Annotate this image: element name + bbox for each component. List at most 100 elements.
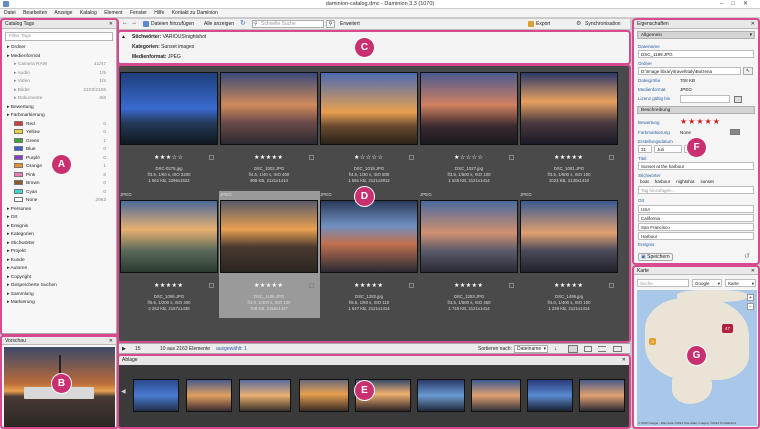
checkbox-icon[interactable] xyxy=(209,283,214,288)
rating-stars[interactable]: ★★★★★ xyxy=(454,282,483,289)
color-value[interactable]: None xyxy=(680,130,691,135)
search-go-icon[interactable]: ⚲ xyxy=(326,20,335,28)
play-icon[interactable]: ▶ xyxy=(122,344,126,354)
sort-dropdown[interactable]: Dateiname ▾ xyxy=(514,345,548,353)
created-day[interactable]: 31 xyxy=(638,145,652,153)
preview-close-icon[interactable]: ✕ xyxy=(109,337,113,345)
rating-stars[interactable]: ★★★★★ xyxy=(680,117,721,126)
created-month[interactable]: Juli xyxy=(654,145,682,153)
map-provider-dropdown[interactable]: Google ▾ xyxy=(692,279,722,287)
keyword-tag[interactable]: sunset xyxy=(701,179,714,184)
color-label-item[interactable]: Cyan 0 xyxy=(2,188,116,198)
thumbnail[interactable] xyxy=(220,200,318,273)
checkbox-icon[interactable] xyxy=(509,283,514,288)
thumbnail[interactable] xyxy=(120,72,218,145)
tag-group[interactable]: ▸ Stichwörter xyxy=(2,240,116,249)
forward-icon[interactable]: → xyxy=(131,20,137,26)
place-location[interactable]: Harbour xyxy=(638,232,754,240)
tag-item[interactable]: ▸ Camera RAW 41/47 xyxy=(2,61,116,70)
place-country[interactable]: USA xyxy=(638,205,754,213)
collapse-icon[interactable]: ▲ xyxy=(121,34,126,40)
zoom-out-icon[interactable]: − xyxy=(747,303,754,310)
folder-field[interactable]: D:\Image library\travel\Italy\Bolzena xyxy=(638,67,741,75)
view-thumbnails-icon[interactable] xyxy=(568,345,578,353)
tray-close-icon[interactable]: ✕ xyxy=(622,356,626,365)
sort-direction-icon[interactable]: ↓ xyxy=(554,344,557,354)
add-files-icon[interactable] xyxy=(143,21,149,27)
filter-row[interactable]: Medienformat: JPEG xyxy=(132,54,181,60)
rating-stars[interactable]: ★☆☆☆☆ xyxy=(354,154,383,161)
tag-group[interactable]: ▸ Ordner xyxy=(2,44,116,53)
tag-item[interactable]: ▸ Bilder 2103/2106 xyxy=(2,87,116,96)
revert-icon[interactable]: ↺ xyxy=(744,252,750,260)
show-all-button[interactable]: Alle anzeigen xyxy=(204,21,234,27)
map-close-icon[interactable]: ✕ xyxy=(751,267,755,275)
close-icon[interactable]: ✕ xyxy=(743,1,756,7)
map-search-input[interactable]: Suche xyxy=(637,279,689,287)
tag-group[interactable]: ▸ Personen xyxy=(2,206,116,215)
tag-group[interactable]: ▸ Medienformat xyxy=(2,53,116,62)
rating-stars[interactable]: ★★★★★ xyxy=(554,282,583,289)
thumbnail[interactable] xyxy=(420,200,518,273)
tray-thumbnail[interactable] xyxy=(417,379,465,412)
rating-stars[interactable]: ★★★★★ xyxy=(554,154,583,161)
view-filmstrip-icon[interactable] xyxy=(613,346,622,352)
sync-button[interactable]: Synchronisation xyxy=(585,21,621,27)
rating-stars[interactable]: ★★★★★ xyxy=(254,282,283,289)
filter-row[interactable]: Stichwörter: VARIOUS\nightshot xyxy=(132,34,206,40)
properties-dropdown[interactable]: Allgemein ▾ xyxy=(637,31,755,39)
add-tag-input[interactable]: Tag hinzufügen... xyxy=(638,186,754,194)
thumbnail[interactable] xyxy=(120,200,218,273)
thumbnail[interactable] xyxy=(220,72,318,145)
menu-datei[interactable]: Datei xyxy=(4,10,16,16)
add-files-button[interactable]: Dateien hinzufügen xyxy=(151,21,194,27)
menu-katalog[interactable]: Katalog xyxy=(80,10,97,16)
checkbox-icon[interactable] xyxy=(309,155,314,160)
color-label-item[interactable]: Blue 0 xyxy=(2,146,116,155)
calendar-icon[interactable] xyxy=(734,96,742,103)
keyword-tag[interactable]: harbour xyxy=(655,179,671,184)
tag-group[interactable]: ▸ Bewertung xyxy=(2,104,116,113)
menu-element[interactable]: Element xyxy=(104,10,122,16)
tag-group[interactable]: ▸ Projekt xyxy=(2,248,116,257)
menu-hilfe[interactable]: Hilfe xyxy=(154,10,164,16)
folder-open-icon[interactable]: ↖ xyxy=(743,67,753,75)
maximize-icon[interactable]: □ xyxy=(731,1,743,7)
map-pin[interactable]: 3 xyxy=(649,338,656,345)
thumbnail[interactable] xyxy=(520,72,618,145)
place-city[interactable]: San Francisco xyxy=(638,223,754,231)
view-grid-icon[interactable] xyxy=(584,346,592,352)
tag-group[interactable]: ▸ Copyright xyxy=(2,274,116,283)
properties-close-icon[interactable]: ✕ xyxy=(751,20,755,29)
checkbox-icon[interactable] xyxy=(309,283,314,288)
refresh-icon[interactable]: ↻ xyxy=(240,19,246,27)
minimize-icon[interactable]: – xyxy=(720,1,731,7)
checkbox-icon[interactable] xyxy=(509,155,514,160)
quick-search-input[interactable]: ⚲ Schnelle Suche xyxy=(252,20,324,28)
checkbox-icon[interactable] xyxy=(409,155,414,160)
tag-filter-input[interactable]: Filter Tags xyxy=(5,32,113,41)
color-label-item[interactable]: Green 1 xyxy=(2,137,116,147)
tag-group[interactable]: ▸ Gespeicherte Suchen xyxy=(2,282,116,291)
tray-scroll-left-icon[interactable]: ◀ xyxy=(121,388,126,395)
color-label-item[interactable]: None 2063 xyxy=(2,197,116,206)
tray-thumbnail[interactable] xyxy=(527,379,573,412)
filter-row[interactable]: Kategorien: Sunset images xyxy=(132,44,194,50)
tray-thumbnail[interactable] xyxy=(579,379,625,412)
view-list-icon[interactable] xyxy=(598,346,606,352)
color-label-item[interactable]: Red 0 xyxy=(2,120,116,130)
window-controls[interactable]: –□✕ xyxy=(720,0,756,7)
zoom-in-icon[interactable]: + xyxy=(747,294,754,301)
sync-icon[interactable]: ⚙ xyxy=(576,20,581,27)
keyword-tag[interactable]: nightshot xyxy=(676,179,694,184)
title-field[interactable]: Sunset at the harbour xyxy=(638,162,754,170)
menu-bearbeiten[interactable]: Bearbeiten xyxy=(23,10,47,16)
color-label-item[interactable]: Yellow 0 xyxy=(2,129,116,138)
rating-stars[interactable]: ★★★☆☆ xyxy=(154,154,183,161)
rating-stars[interactable]: ★★★★★ xyxy=(154,282,183,289)
rating-stars[interactable]: ★★★★★ xyxy=(254,154,283,161)
tray-thumbnail[interactable] xyxy=(299,379,349,412)
tag-group[interactable]: ▸ Farbmarkierung xyxy=(2,112,116,121)
checkbox-icon[interactable] xyxy=(209,155,214,160)
thumbnail[interactable] xyxy=(320,72,418,145)
